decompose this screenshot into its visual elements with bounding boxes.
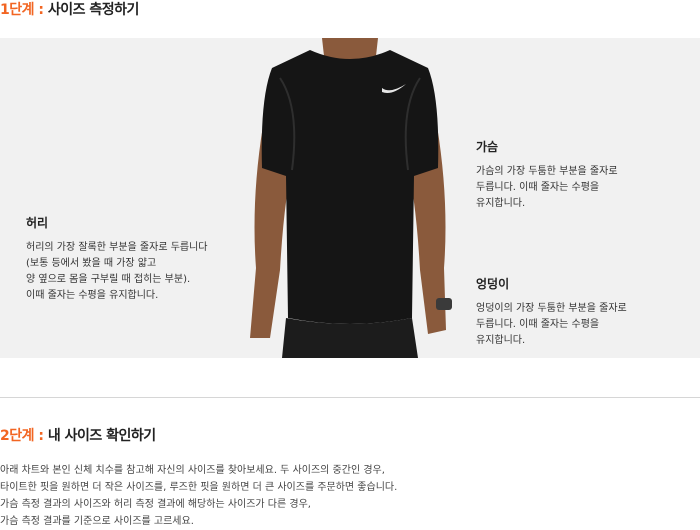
chest-line: 두릅니다. 이때 줄자는 수평을 xyxy=(476,182,600,193)
waist-guide: 허리 허리의 가장 잘록한 부분을 줄자로 두릅니다 (보통 등에서 봤을 때 … xyxy=(26,215,208,304)
waist-description: 허리의 가장 잘록한 부분을 줄자로 두릅니다 (보통 등에서 봤을 때 가장 … xyxy=(26,240,208,304)
size-guide-text: 아래 차트와 본인 신체 치수를 참고해 자신의 사이즈를 찾아보세요. 두 사… xyxy=(0,462,397,530)
chest-line: 가슴의 가장 두툼한 부분을 줄자로 xyxy=(476,166,618,177)
guide-line: 아래 차트와 본인 신체 치수를 참고해 자신의 사이즈를 찾아보세요. 두 사… xyxy=(0,465,385,476)
guide-line: 타이트한 핏을 원하면 더 작은 사이즈를, 루즈한 핏을 원하면 더 큰 사이… xyxy=(0,482,398,493)
chest-line: 유지합니다. xyxy=(476,198,526,209)
waist-line: 양 옆으로 몸을 구부릴 때 접히는 부분). xyxy=(26,274,191,285)
step1-number: 1단계 : xyxy=(0,2,48,18)
waist-line: (보통 등에서 봤을 때 가장 얇고 xyxy=(26,258,157,269)
hip-guide: 엉덩이 엉덩이의 가장 두툼한 부분을 줄자로 두릅니다. 이때 줄자는 수평을… xyxy=(476,276,627,349)
hip-line: 두릅니다. 이때 줄자는 수평을 xyxy=(476,319,600,330)
model-photo: 허리 허리의 가장 잘록한 부분을 줄자로 두릅니다 (보통 등에서 봤을 때 … xyxy=(0,38,700,358)
step1-title: 1단계 : 사이즈 측정하기 xyxy=(0,0,139,20)
waist-heading: 허리 xyxy=(26,216,49,230)
waist-line: 허리의 가장 잘록한 부분을 줄자로 두릅니다 xyxy=(26,242,208,253)
hip-line: 엉덩이의 가장 두툼한 부분을 줄자로 xyxy=(476,303,627,314)
chest-heading: 가슴 xyxy=(476,140,499,154)
step2-title: 2단계 : 내 사이즈 확인하기 xyxy=(0,426,156,446)
step2-text: 내 사이즈 확인하기 xyxy=(47,428,156,444)
guide-line: 가슴 측정 결과의 사이즈와 허리 측정 결과에 해당하는 사이즈가 다른 경우… xyxy=(0,499,311,510)
chest-description: 가슴의 가장 두툼한 부분을 줄자로 두릅니다. 이때 줄자는 수평을 유지합니… xyxy=(476,164,618,212)
hip-heading: 엉덩이 xyxy=(476,277,510,291)
guide-line: 가슴 측정 결과를 기준으로 사이즈를 고르세요. xyxy=(0,516,194,527)
hip-description: 엉덩이의 가장 두툼한 부분을 줄자로 두릅니다. 이때 줄자는 수평을 유지합… xyxy=(476,301,627,349)
waist-line: 이때 줄자는 수평을 유지합니다. xyxy=(26,290,159,301)
section-divider xyxy=(0,397,700,398)
step1-text: 사이즈 측정하기 xyxy=(47,2,140,18)
step2-number: 2단계 : xyxy=(0,428,48,444)
chest-guide: 가슴 가슴의 가장 두툼한 부분을 줄자로 두릅니다. 이때 줄자는 수평을 유… xyxy=(476,139,618,212)
hip-line: 유지합니다. xyxy=(476,335,526,346)
model-figure xyxy=(250,38,452,358)
